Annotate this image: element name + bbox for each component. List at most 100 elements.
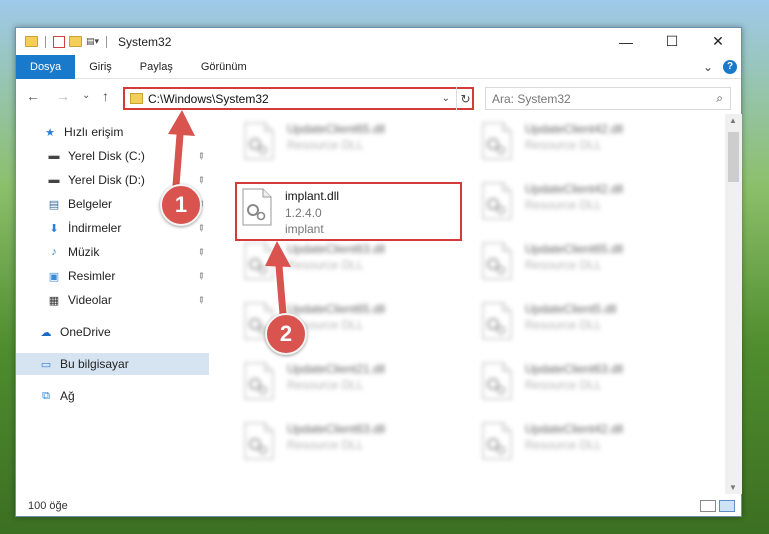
file-item[interactable]: UpdateClient42.dll Resource DLL (477, 118, 697, 166)
file-description: implant (285, 222, 324, 236)
file-version: 1.2.4.0 (285, 206, 322, 220)
dll-file-icon (244, 362, 274, 400)
dll-file-icon (482, 422, 512, 460)
sidebar-item-7[interactable]: ▦ Videolar ✎ (16, 289, 209, 311)
scroll-down-icon[interactable]: ▼ (729, 483, 737, 492)
sidebar-item-label: Yerel Disk (C:) (68, 149, 145, 163)
sidebar-item-label: Belgeler (68, 197, 113, 211)
folder-icon[interactable] (25, 36, 38, 47)
maximize-button[interactable]: ☐ (649, 28, 695, 55)
item-count: 100 öğe (28, 500, 68, 512)
up-arrow-icon[interactable]: ↑ (102, 88, 109, 104)
file-item[interactable]: UpdateClient21.dll Resource DLL (239, 358, 459, 406)
window-title: System32 (118, 34, 172, 49)
drive-icon: ▬ (48, 150, 60, 162)
large-icons-view-icon[interactable] (719, 500, 735, 512)
file-description: Resource DLL (525, 138, 602, 152)
file-description: Resource DLL (525, 198, 602, 212)
star-icon: ★ (45, 126, 55, 139)
scroll-up-icon[interactable]: ▲ (729, 116, 737, 125)
file-description: Resource DLL (287, 438, 364, 452)
customize-toolbar-icon[interactable]: ▤▾ (86, 36, 99, 47)
pin-icon[interactable]: ✎ (195, 269, 207, 282)
sidebar-item-10[interactable]: ⧉ Ağ (16, 385, 209, 407)
pin-icon[interactable]: ✎ (195, 221, 207, 234)
file-name: UpdateClient63.dll (287, 422, 386, 436)
address-dropdown-icon[interactable]: ⌄ (442, 93, 454, 104)
explorer-window: ▤▾ System32 — ☐ ✕ Dosya Giriş Paylaş Gör… (15, 27, 742, 517)
videos-icon: ▦ (48, 294, 60, 307)
minimize-button[interactable]: — (603, 28, 649, 55)
sidebar-item-label: Ağ (60, 389, 75, 403)
sidebar-item-label: Resimler (68, 269, 116, 283)
pin-icon[interactable]: ✎ (195, 293, 207, 306)
file-item[interactable]: UpdateClient65.dll Resource DLL (477, 238, 697, 286)
sidebar-item-5[interactable]: ♪ Müzik ✎ (16, 241, 209, 263)
forward-arrow-icon[interactable]: → (56, 88, 70, 104)
quick-access-toolbar: ▤▾ (16, 35, 110, 48)
search-box[interactable]: Ara: System32 ⌕ (485, 87, 731, 110)
tab-paylas[interactable]: Paylaş (126, 55, 187, 79)
address-path[interactable]: C:\Windows\System32 (148, 92, 269, 106)
new-folder-icon[interactable] (69, 36, 82, 47)
dll-file-icon (482, 242, 512, 280)
expand-ribbon-icon[interactable]: ⌄ (703, 60, 713, 74)
divider (45, 35, 46, 48)
back-arrow-icon[interactable]: ← (26, 88, 40, 104)
file-item[interactable]: UpdateClient63.dll Resource DLL (239, 418, 459, 466)
dll-file-icon (482, 122, 512, 160)
annotation-badge-2: 2 (265, 313, 307, 355)
sidebar-item-9[interactable]: ▭ Bu bilgisayar (16, 353, 209, 375)
file-description: Resource DLL (287, 138, 364, 152)
tab-dosya[interactable]: Dosya (16, 54, 76, 79)
file-item[interactable]: UpdateClient42.dll Resource DLL (477, 418, 697, 466)
dll-file-icon (482, 182, 512, 220)
vertical-scrollbar[interactable]: ▲ ▼ (725, 114, 742, 494)
file-name: implant.dll (285, 189, 340, 203)
tab-giris[interactable]: Giriş (75, 55, 126, 79)
sidebar-item-label: Videolar (68, 293, 112, 307)
file-name: UpdateClient42.dll (525, 122, 624, 136)
sidebar-item-label: Yerel Disk (D:) (68, 173, 145, 187)
tab-gorunum[interactable]: Görünüm (187, 55, 261, 79)
address-bar[interactable]: C:\Windows\System32 ⌄ (123, 87, 474, 110)
sidebar-item-label: OneDrive (60, 325, 111, 339)
file-item[interactable]: UpdateClient63.dll Resource DLL (477, 358, 697, 406)
file-name: UpdateClient21.dll (287, 362, 386, 376)
status-bar: 100 öğe (16, 494, 741, 518)
details-view-icon[interactable] (700, 500, 716, 512)
recent-locations-icon[interactable]: ⌄ (82, 90, 90, 101)
file-description: Resource DLL (287, 378, 364, 392)
dll-file-icon (244, 422, 274, 460)
pictures-icon: ▣ (48, 270, 60, 283)
close-button[interactable]: ✕ (695, 28, 741, 55)
file-name: UpdateClient42.dll (525, 422, 624, 436)
ribbon-right-controls: ⌄ ? (703, 59, 741, 74)
pin-icon[interactable]: ✎ (195, 245, 207, 258)
refresh-icon[interactable]: ↻ (456, 87, 474, 110)
file-description: Resource DLL (525, 378, 602, 392)
divider (106, 35, 108, 48)
sidebar-item-8[interactable]: ☁ OneDrive (16, 321, 209, 343)
file-item[interactable]: UpdateClient65.dll Resource DLL (239, 118, 459, 166)
sidebar-item-label: İndirmeler (68, 221, 122, 235)
selected-file-implant-dll[interactable]: implant.dll 1.2.4.0 implant (235, 182, 462, 241)
view-switcher (700, 500, 741, 512)
file-name: UpdateClient65.dll (525, 242, 624, 256)
scrollbar-thumb[interactable] (728, 132, 739, 182)
help-icon[interactable]: ? (723, 59, 737, 74)
dll-file-icon (244, 122, 274, 160)
file-description: Resource DLL (525, 318, 602, 332)
navigation-bar: ← → ⌄ ↑ C:\Windows\System32 ⌄ ↻ Ara: Sys… (16, 83, 741, 113)
music-icon: ♪ (51, 246, 57, 258)
search-icon[interactable]: ⌕ (716, 91, 730, 106)
network-icon: ⧉ (42, 389, 50, 402)
title-bar: ▤▾ System32 — ☐ ✕ (16, 28, 741, 55)
properties-icon[interactable] (53, 35, 65, 48)
file-item[interactable]: UpdateClient42.dll Resource DLL (477, 178, 697, 226)
file-item[interactable]: UpdateClient5.dll Resource DLL (477, 298, 697, 346)
sidebar-item-6[interactable]: ▣ Resimler ✎ (16, 265, 209, 287)
file-name: UpdateClient5.dll (525, 302, 617, 316)
ribbon-tabs: Dosya Giriş Paylaş Görünüm ⌄ ? (16, 54, 741, 79)
file-description: Resource DLL (525, 258, 602, 272)
